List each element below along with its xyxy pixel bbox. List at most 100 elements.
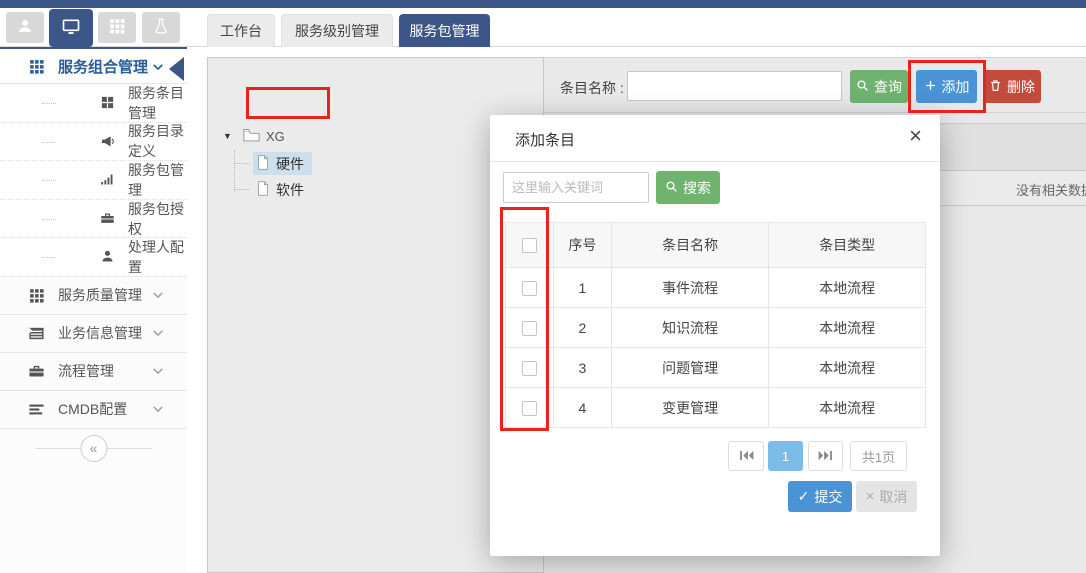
checkbox-cell [506,268,554,308]
sidebar-collapse-button[interactable]: « [80,435,107,462]
active-group-arrow [169,57,184,81]
table-row: 2 知识流程 本地流程 [506,308,926,348]
submit-button[interactable]: ✓ 提交 [788,481,852,512]
sidebar-group-service-composition[interactable]: 服务组合管理 [0,49,187,84]
monitor-module-button[interactable] [49,9,93,47]
pagination-page-1[interactable]: 1 [768,441,803,471]
table-row: 4 变更管理 本地流程 [506,388,926,428]
add-button[interactable]: 添加 [916,70,977,103]
sidebar-section-business-info[interactable]: 业务信息管理 [0,315,187,353]
tab-service-package[interactable]: 服务包管理 [399,14,490,47]
sidebar-subitems: 服务条目管理 服务目录定义 服务包管理 服务包授权 处理人配置 [0,84,187,277]
sidebar-item-service-catalog-def[interactable]: 服务目录定义 [0,123,187,162]
total-pages-label: 共1页 [862,447,895,466]
column-header: 条目名称 [611,223,769,268]
top-navy-strip [0,0,1086,8]
cancel-button-label: 取消 [879,487,907,507]
entry-name-input[interactable] [627,71,842,101]
search-button[interactable]: 搜索 [656,171,720,204]
user-module-button[interactable] [6,12,44,43]
flask-module-button[interactable] [142,12,180,43]
search-icon [665,180,678,196]
close-icon: × [866,488,875,505]
cancel-button[interactable]: × 取消 [856,481,917,512]
tab-service-level[interactable]: 服务级别管理 [281,14,393,47]
cell-type: 本地流程 [769,268,926,308]
briefcase-icon [100,211,116,227]
sidebar: 服务组合管理 服务条目管理 服务目录定义 服务包管理 服务包授权 [0,47,187,573]
dialog-header: 添加条目 × [490,115,940,162]
entry-toolbar: 条目名称 : 查询 添加 删除 [544,58,1086,113]
sidebar-item-service-entry-mgmt[interactable]: 服务条目管理 [0,84,187,123]
search-icon [856,79,869,95]
add-button-label: 添加 [942,77,970,97]
sidebar-item-service-package-mgmt[interactable]: 服务包管理 [0,161,187,200]
delete-button[interactable]: 删除 [983,70,1041,103]
submit-button-label: 提交 [814,487,842,507]
column-header: 条目类型 [769,223,926,268]
dialog-title: 添加条目 [515,129,575,150]
file-icon [257,155,269,173]
pagination-first-button[interactable] [728,441,764,471]
select-all-cell [506,223,554,268]
sidebar-item-service-package-auth[interactable]: 服务包授权 [0,200,187,239]
select-all-checkbox[interactable] [522,238,537,253]
row-checkbox[interactable] [522,321,537,336]
cell-type: 本地流程 [769,348,926,388]
sidebar-item-label: 服务包授权 [128,199,187,239]
pagination-total-pages: 共1页 [850,441,907,471]
checkbox-cell [506,388,554,428]
bar-chart-icon [100,172,116,188]
row-checkbox[interactable] [522,361,537,376]
pagination-last-button[interactable] [808,441,843,471]
grid-icon [28,58,45,75]
cell-no: 4 [553,388,611,428]
entry-name-label: 条目名称 : [560,78,624,98]
plus-icon [924,79,937,95]
table-header-row: 序号 条目名称 条目类型 [506,223,926,268]
file-icon [257,181,269,199]
tree-guide-line [234,150,235,192]
sidebar-group-label: 服务组合管理 [58,56,148,77]
add-entry-dialog: 添加条目 × 搜索 序号 条目名称 条目类型 1 事件流程 本地流程 [490,115,940,556]
tree-node-label: 软件 [276,180,304,200]
grid-icon [108,17,126,38]
close-icon[interactable]: × [909,125,922,147]
list-icon [28,325,45,342]
tab-workbench[interactable]: 工作台 [207,14,275,47]
grid-icon [100,95,116,111]
row-checkbox[interactable] [522,281,537,296]
folder-icon [243,128,260,145]
tree-node-software[interactable]: 软件 [253,178,312,201]
grid-icon [28,287,45,304]
sidebar-section-label: 服务质量管理 [58,285,142,305]
cell-no: 2 [553,308,611,348]
sidebar-collapse-row: « [0,429,187,469]
topbar: 工作台 服务级别管理 服务包管理 [0,8,1086,47]
caret-down-icon[interactable]: ▼ [223,131,237,141]
trash-icon [989,79,1002,95]
grid-module-button[interactable] [98,12,136,43]
sidebar-section-service-quality[interactable]: 服务质量管理 [0,277,187,315]
keyword-search-input[interactable] [503,172,649,203]
sidebar-section-process-mgmt[interactable]: 流程管理 [0,353,187,391]
query-button[interactable]: 查询 [850,70,908,103]
sidebar-section-label: CMDB配置 [58,399,127,419]
table-row: 1 事件流程 本地流程 [506,268,926,308]
tree-node-hardware[interactable]: 硬件 [253,152,312,175]
cell-name: 知识流程 [611,308,769,348]
row-checkbox[interactable] [522,401,537,416]
sidebar-item-label: 服务条目管理 [128,83,187,123]
chevron-down-icon [151,364,165,378]
no-data-text: 没有相关数据 [1016,180,1086,199]
page-number: 1 [782,449,789,464]
tab-label: 工作台 [220,21,262,41]
app-window: 工作台 服务级别管理 服务包管理 服务组合管理 服务条目管理 服务目录定义 [0,0,1086,573]
sidebar-section-label: 业务信息管理 [58,323,142,343]
tree-root-row[interactable]: ▼ XG [223,123,285,149]
checkbox-cell [506,348,554,388]
chevron-down-icon [151,60,165,74]
checkbox-cell [506,308,554,348]
sidebar-section-cmdb-config[interactable]: CMDB配置 [0,391,187,429]
sidebar-item-handler-config[interactable]: 处理人配置 [0,238,187,277]
